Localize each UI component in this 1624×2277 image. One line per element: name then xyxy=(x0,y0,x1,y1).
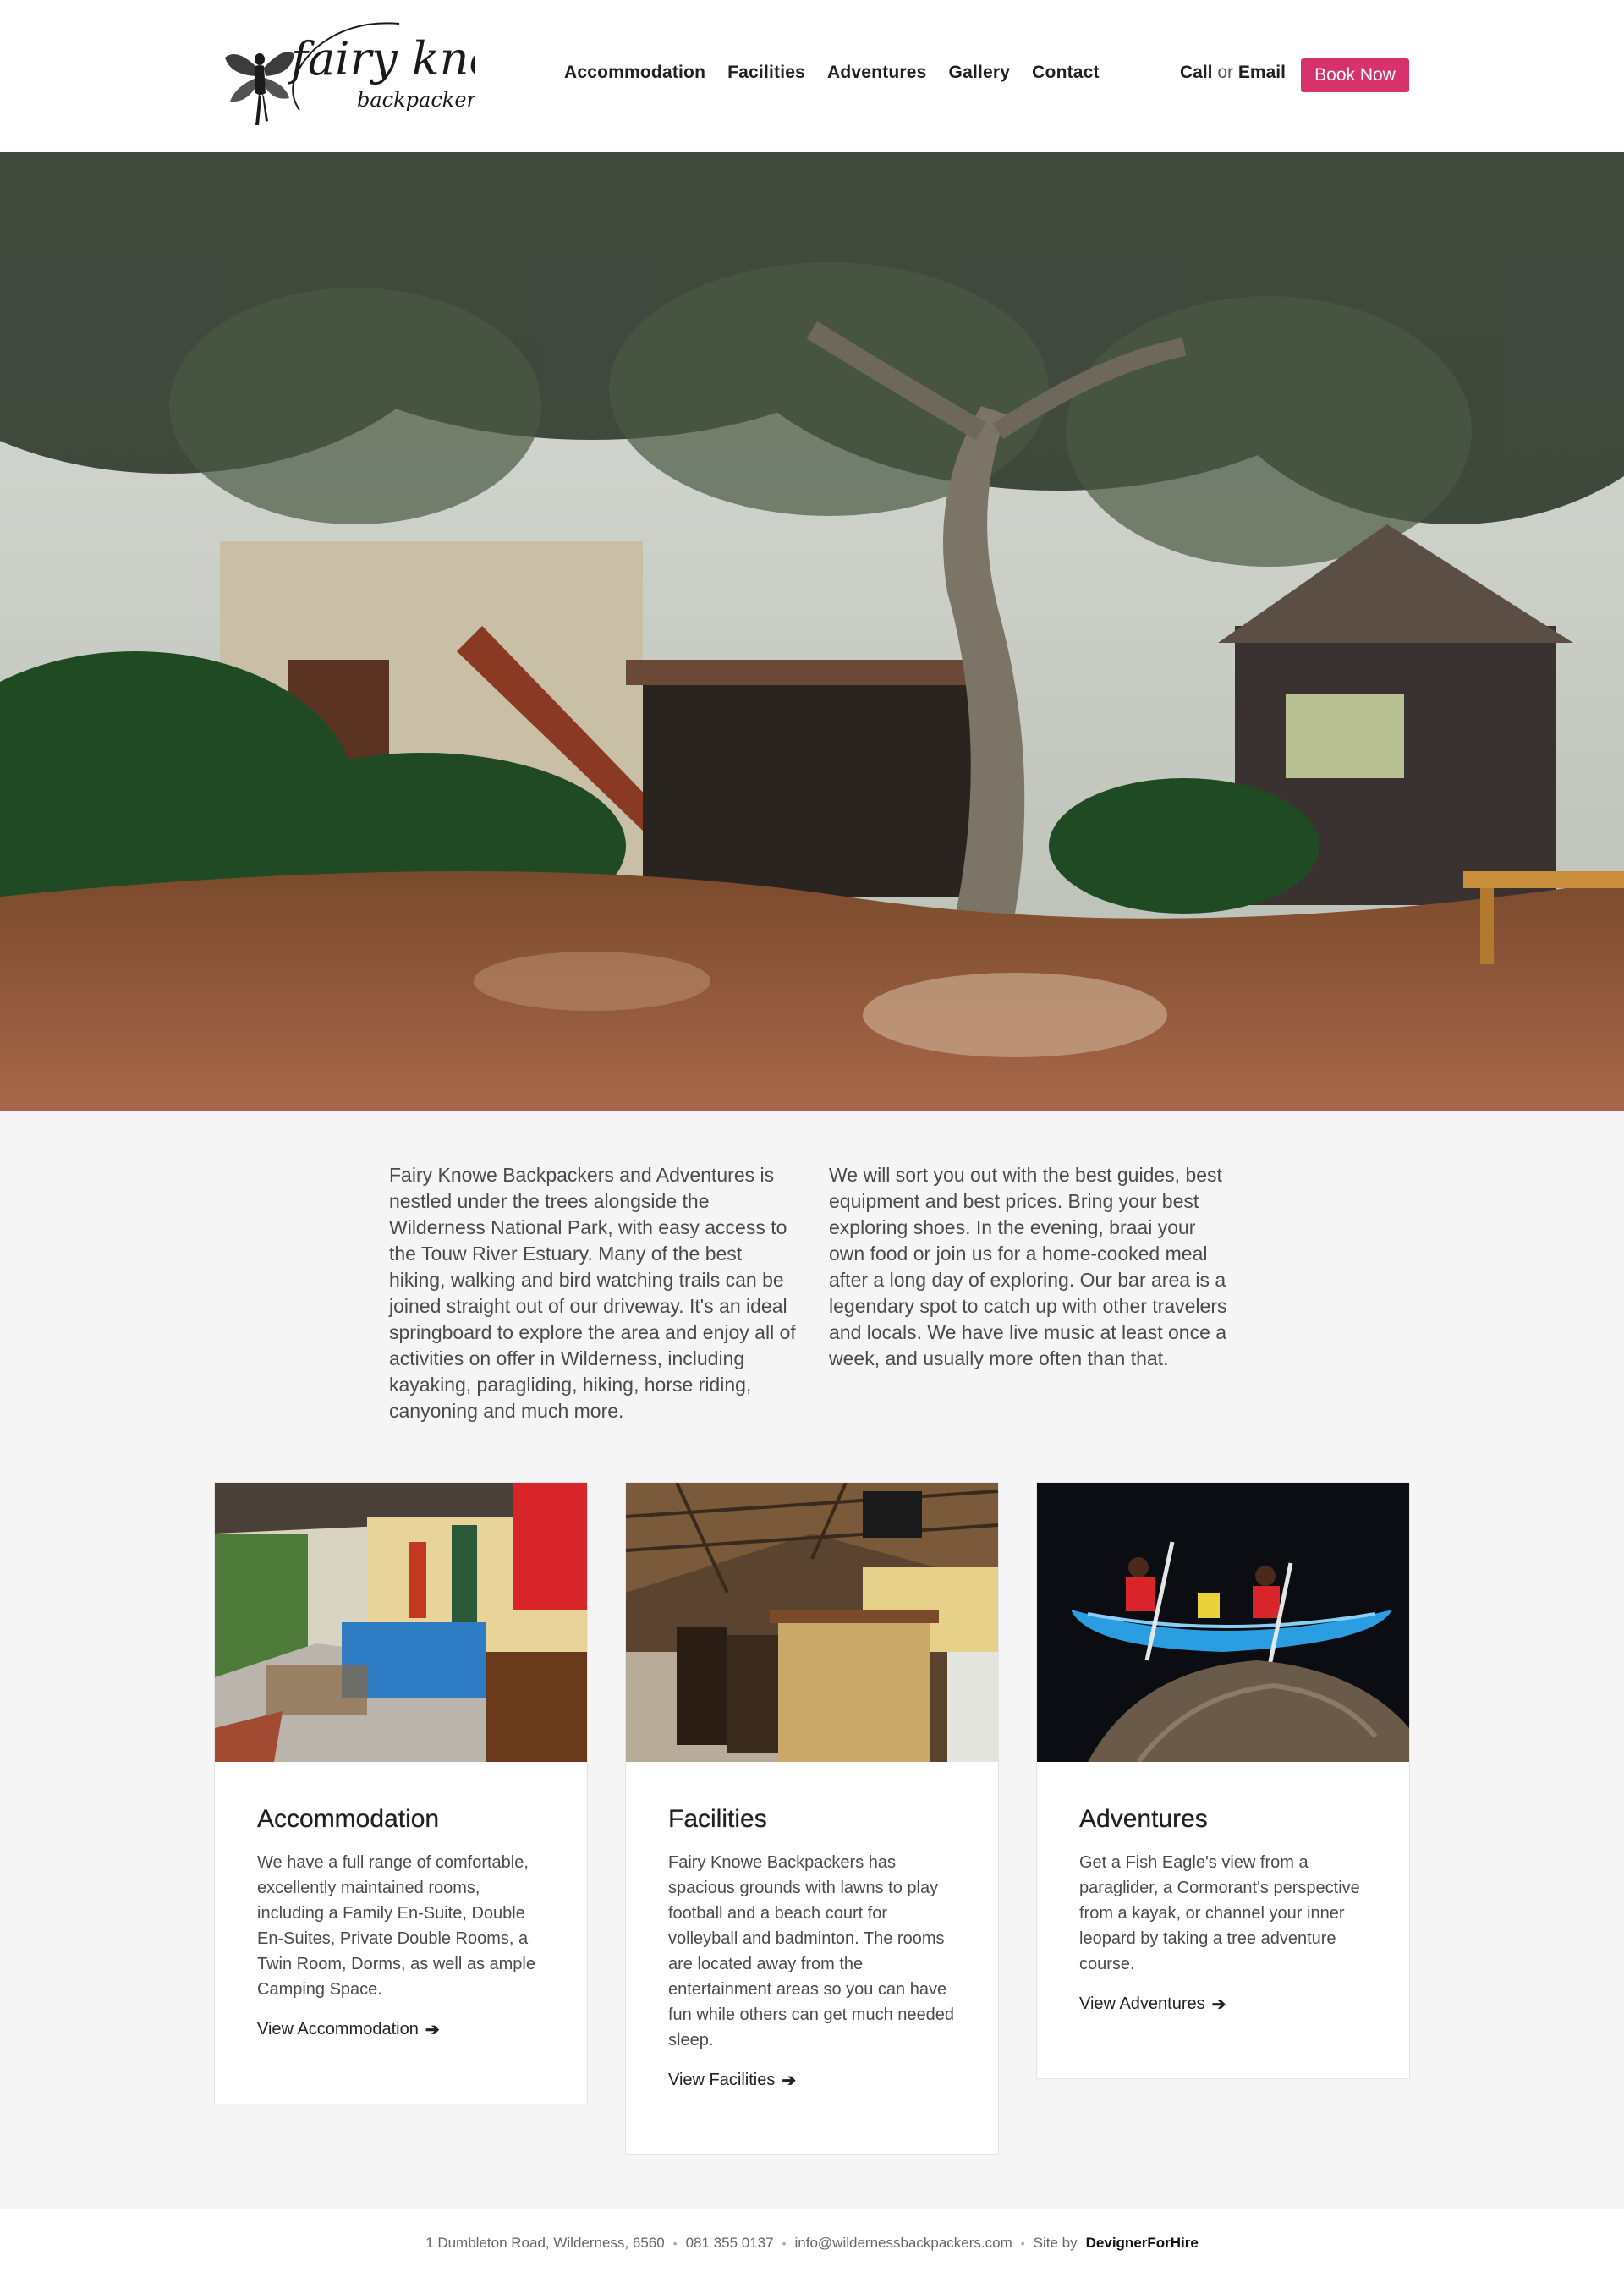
svg-text:backpackers: backpackers xyxy=(357,88,475,112)
header-contact: Call or Email xyxy=(1180,63,1286,83)
site-header: fairy knowe backpackers Accommodation Fa… xyxy=(0,0,1624,152)
fairy-logo-icon: fairy knowe backpackers xyxy=(225,22,562,125)
intro-left-text: Fairy Knowe Backpackers and Adventures i… xyxy=(389,1164,796,1422)
adventures-image xyxy=(1037,1483,1409,1762)
view-facilities-link[interactable]: View Facilities ➔ xyxy=(668,2070,956,2091)
footer-address: 1 Dumbleton Road, Wilderness, 6560 xyxy=(425,2235,665,2251)
card-text: Fairy Knowe Backpackers has spacious gro… xyxy=(668,1853,954,2049)
adventures-card: Adventures Get a Fish Eagle's view from … xyxy=(1036,1482,1410,2079)
card-link-label: View Adventures xyxy=(1079,1994,1205,2013)
card-title: Adventures xyxy=(1079,1805,1208,1833)
card-title: Accommodation xyxy=(257,1805,440,1833)
footer-credit-link[interactable]: DevignerForHire xyxy=(1086,2235,1199,2252)
or-text: or xyxy=(1217,63,1234,82)
accommodation-image xyxy=(215,1483,587,1762)
nav-item-contact[interactable]: Contact xyxy=(1032,63,1100,83)
card-link-label: View Facilities xyxy=(668,2071,776,2089)
view-adventures-link[interactable]: View Adventures ➔ xyxy=(1079,1994,1367,2015)
hero-photo xyxy=(0,152,1624,1111)
separator-dot-icon: • xyxy=(672,2236,678,2250)
facilities-image xyxy=(626,1483,998,1762)
separator-dot-icon: • xyxy=(782,2236,787,2250)
nav-item-accommodation[interactable]: Accommodation xyxy=(564,63,705,83)
arrow-right-icon: ➔ xyxy=(782,2071,797,2090)
call-link[interactable]: Call xyxy=(1180,63,1213,82)
facilities-card: Facilities Fairy Knowe Backpackers has s… xyxy=(625,1482,999,2155)
view-accommodation-link[interactable]: View Accommodation ➔ xyxy=(257,2019,545,2040)
book-now-button[interactable]: Book Now xyxy=(1301,58,1409,92)
card-title: Facilities xyxy=(668,1805,767,1833)
hero-image xyxy=(0,152,1624,1111)
nav-item-gallery[interactable]: Gallery xyxy=(949,63,1011,83)
footer-phone[interactable]: 081 355 0137 xyxy=(686,2235,774,2252)
card-text: We have a full range of comfortable, exc… xyxy=(257,1853,535,1999)
nav-item-facilities[interactable]: Facilities xyxy=(727,63,805,83)
footer-site-by: Site by xyxy=(1033,2235,1078,2251)
card-link-label: View Accommodation xyxy=(257,2020,419,2038)
accommodation-card: Accommodation We have a full range of co… xyxy=(214,1482,588,2104)
site-logo[interactable]: fairy knowe backpackers xyxy=(222,15,562,139)
arrow-right-icon: ➔ xyxy=(1211,1995,1226,2014)
site-footer: 1 Dumbleton Road, Wilderness, 6560 • 081… xyxy=(0,2209,1624,2277)
footer-email[interactable]: info@wildernessbackpackers.com xyxy=(795,2235,1012,2252)
main-nav: Accommodation Facilities Adventures Gall… xyxy=(564,63,1100,83)
email-link[interactable]: Email xyxy=(1238,63,1286,82)
separator-dot-icon: • xyxy=(1020,2236,1025,2250)
svg-text:fairy knowe: fairy knowe xyxy=(288,32,475,85)
intro-right-text: We will sort you out with the best guide… xyxy=(829,1164,1227,1369)
card-text: Get a Fish Eagle's view from a paraglide… xyxy=(1079,1853,1360,1973)
nav-item-adventures[interactable]: Adventures xyxy=(827,63,927,83)
arrow-right-icon: ➔ xyxy=(425,2021,440,2039)
